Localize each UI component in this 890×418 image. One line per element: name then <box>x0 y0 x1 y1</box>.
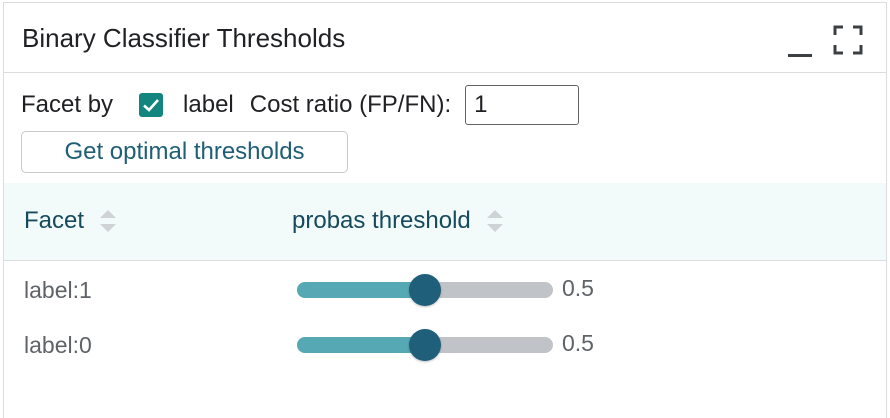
facet-label-checkbox[interactable] <box>139 93 164 117</box>
slider-fill <box>297 282 425 298</box>
panel-title: Binary Classifier Thresholds <box>22 23 346 53</box>
cost-ratio-label: Cost ratio (FP/FN): <box>249 91 452 118</box>
threshold-value: 0.5 <box>562 330 594 356</box>
table-row: label:0 0.5 <box>4 320 886 370</box>
slider-fill <box>297 337 425 353</box>
facet-checkbox-label[interactable]: label <box>183 91 234 119</box>
threshold-slider[interactable] <box>297 329 553 361</box>
column-header-facet[interactable]: Facet <box>24 207 118 235</box>
table-header: Facet probas threshold <box>4 183 886 261</box>
facet-by-label: Facet by <box>21 91 114 118</box>
slider-thumb[interactable] <box>409 274 441 306</box>
row-facet: label:0 <box>24 332 92 358</box>
threshold-slider[interactable] <box>297 274 553 306</box>
cost-ratio-input[interactable] <box>465 85 580 125</box>
sort-icon[interactable] <box>485 207 505 235</box>
threshold-value: 0.5 <box>562 275 594 301</box>
classifier-thresholds-panel: Binary Classifier Thresholds Facet by la… <box>3 2 887 418</box>
minimize-icon[interactable] <box>788 54 812 57</box>
row-facet: label:1 <box>24 277 92 303</box>
column-header-facet-label: Facet <box>24 207 85 234</box>
sort-icon[interactable] <box>98 207 118 235</box>
fullscreen-icon[interactable] <box>833 25 863 55</box>
column-header-probas-threshold[interactable]: probas threshold <box>292 207 505 235</box>
table-row: label:1 0.5 <box>4 265 886 315</box>
check-icon <box>143 99 160 112</box>
get-optimal-thresholds-button[interactable]: Get optimal thresholds <box>21 131 348 173</box>
panel-header: Binary Classifier Thresholds <box>4 3 886 73</box>
controls-row: Facet by label Cost ratio (FP/FN): <box>21 85 580 125</box>
slider-thumb[interactable] <box>409 329 441 361</box>
column-header-probas-label: probas threshold <box>292 207 471 234</box>
